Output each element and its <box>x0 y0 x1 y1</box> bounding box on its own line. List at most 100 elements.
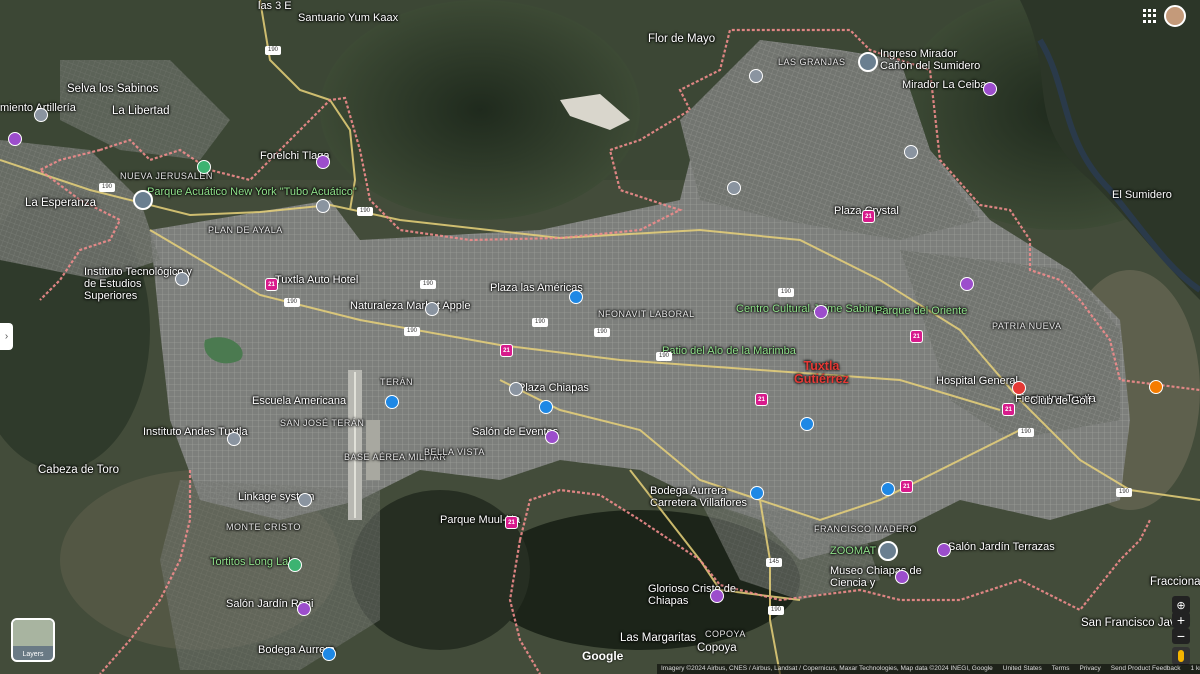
account-avatar[interactable] <box>1164 5 1186 27</box>
place-marker-icon[interactable] <box>800 417 814 431</box>
place-marker-icon[interactable] <box>425 302 439 316</box>
map-place-label[interactable]: SAN JOSÉ TERÁN <box>280 417 364 429</box>
map-place-label[interactable]: Club de Golf <box>1030 395 1091 407</box>
layers-button[interactable]: Layers <box>11 618 55 662</box>
map-place-label[interactable]: Hospital General <box>936 375 1018 387</box>
highway-shield: 190 <box>284 298 300 307</box>
place-marker-icon[interactable] <box>727 181 741 195</box>
place-marker-icon[interactable]: 21 <box>900 480 913 493</box>
highway-shield: 190 <box>594 328 610 337</box>
place-marker-icon[interactable] <box>288 558 302 572</box>
place-marker-icon[interactable]: 21 <box>755 393 768 406</box>
zoom-in-button[interactable]: + <box>1172 612 1190 628</box>
place-photo-marker[interactable] <box>858 52 878 72</box>
terms-link[interactable]: Terms <box>1052 664 1070 674</box>
place-marker-icon[interactable] <box>1012 381 1026 395</box>
place-marker-icon[interactable] <box>881 482 895 496</box>
map-place-label[interactable]: Escuela Americana <box>252 395 346 407</box>
map-place-label[interactable]: Flor de Mayo <box>648 33 715 45</box>
map-place-label[interactable]: PATRIA NUEVA <box>992 320 1062 332</box>
map-place-label[interactable]: Centro Cultural Jaime Sabines <box>736 303 885 315</box>
map-place-label[interactable]: TERÁN <box>380 376 413 388</box>
place-marker-icon[interactable] <box>539 400 553 414</box>
street-view-pegman-icon[interactable] <box>1172 647 1190 665</box>
map-place-label[interactable]: Parque del Oriente <box>875 305 967 317</box>
place-marker-icon[interactable] <box>895 570 909 584</box>
map-place-label[interactable]: Salón Jardín Terrazas <box>948 541 1055 553</box>
place-photo-marker[interactable] <box>878 541 898 561</box>
place-marker-icon[interactable] <box>1149 380 1163 394</box>
region-link[interactable]: United States <box>1003 664 1042 674</box>
place-marker-icon[interactable] <box>297 602 311 616</box>
map-place-label[interactable]: La Esperanza <box>25 197 96 209</box>
map-place-label[interactable]: Selva los Sabinos <box>67 83 158 95</box>
place-marker-icon[interactable] <box>710 589 724 603</box>
place-marker-icon[interactable] <box>814 305 828 319</box>
map-place-label[interactable]: Plaza Chiapas <box>518 382 589 394</box>
map-place-label[interactable]: Fraccionam La Victor <box>1150 576 1200 588</box>
map-place-label[interactable]: NFONAVIT LABORAL <box>598 308 695 320</box>
place-marker-icon[interactable] <box>34 108 48 122</box>
map-place-label[interactable]: Parque Acuático New York "Tubo Acuático" <box>147 186 357 198</box>
map-place-label[interactable]: Cabeza de Toro <box>38 464 119 476</box>
place-marker-icon[interactable] <box>385 395 399 409</box>
place-marker-icon[interactable] <box>316 199 330 213</box>
place-marker-icon[interactable] <box>8 132 22 146</box>
place-marker-icon[interactable] <box>175 272 189 286</box>
place-marker-icon[interactable] <box>197 160 211 174</box>
map-place-label[interactable]: Tuxtla Auto Hotel <box>275 274 358 286</box>
place-marker-icon[interactable] <box>545 430 559 444</box>
map-place-label[interactable]: Patio del Alo de la Marimba <box>662 345 796 357</box>
map-place-label[interactable]: Las Margaritas <box>620 632 696 644</box>
place-marker-icon[interactable] <box>316 155 330 169</box>
highway-shield: 190 <box>420 280 436 289</box>
privacy-link[interactable]: Privacy <box>1079 664 1100 674</box>
highway-shield: 190 <box>99 183 115 192</box>
map-place-label[interactable]: Glorioso Cristo de Chiapas <box>648 583 758 607</box>
place-marker-icon[interactable] <box>227 432 241 446</box>
place-marker-icon[interactable] <box>983 82 997 96</box>
map-place-label[interactable]: FRANCISCO MADERO <box>814 523 917 535</box>
map-place-label[interactable]: MONTE CRISTO <box>226 521 301 533</box>
map-place-label[interactable]: Naturaleza Market Apple <box>350 300 470 312</box>
place-marker-icon[interactable] <box>569 290 583 304</box>
place-marker-icon[interactable] <box>904 145 918 159</box>
map-place-label[interactable]: Mirador La Ceiba <box>902 79 986 91</box>
map-place-label[interactable]: Tortitos Long Lake <box>210 556 300 568</box>
place-marker-icon[interactable] <box>960 277 974 291</box>
map-place-label[interactable]: BELLA VISTA <box>424 446 485 458</box>
highway-shield: 190 <box>778 288 794 297</box>
city-name-label: Tuxtla Gutiérrez <box>794 359 849 386</box>
map-place-label[interactable]: ZOOMAT <box>830 545 876 557</box>
map-place-label[interactable]: Ingreso Mirador Cañón del Sumidero <box>880 48 990 72</box>
side-panel-toggle[interactable]: › <box>0 323 13 350</box>
highway-shield: 190 <box>265 46 281 55</box>
zoom-out-button[interactable]: − <box>1172 628 1190 644</box>
apps-grid-icon[interactable] <box>1143 9 1157 23</box>
place-marker-icon[interactable] <box>322 647 336 661</box>
place-photo-marker[interactable] <box>133 190 153 210</box>
place-marker-icon[interactable]: 21 <box>265 278 278 291</box>
place-marker-icon[interactable]: 21 <box>862 210 875 223</box>
place-marker-icon[interactable] <box>937 543 951 557</box>
map-place-label[interactable]: COPOYA <box>705 628 746 640</box>
place-marker-icon[interactable] <box>298 493 312 507</box>
place-marker-icon[interactable]: 21 <box>1002 403 1015 416</box>
map-place-label[interactable]: PLAN DE AYALA <box>208 224 283 236</box>
map-place-label[interactable]: Museo Chiapas de Ciencia y <box>830 565 940 589</box>
place-marker-icon[interactable] <box>509 382 523 396</box>
map-place-label[interactable]: El Sumidero <box>1112 189 1172 201</box>
map-place-label[interactable]: La Libertad <box>112 105 170 117</box>
santuario-label: Santuario Yum Kaax <box>298 12 399 24</box>
feedback-link[interactable]: Send Product Feedback <box>1111 664 1181 674</box>
map-place-label[interactable]: Copoya <box>697 642 737 654</box>
map-place-label[interactable]: Plaza las Américas <box>490 282 583 294</box>
place-marker-icon[interactable]: 21 <box>505 516 518 529</box>
place-marker-icon[interactable] <box>749 69 763 83</box>
place-marker-icon[interactable]: 21 <box>500 344 513 357</box>
map-place-label[interactable]: LAS GRANJAS <box>778 56 846 68</box>
map-place-label[interactable]: Bodega Aurrera Carretera Villaflores <box>650 485 760 509</box>
satellite-map[interactable] <box>0 0 1200 674</box>
place-marker-icon[interactable]: 21 <box>910 330 923 343</box>
place-marker-icon[interactable] <box>750 486 764 500</box>
